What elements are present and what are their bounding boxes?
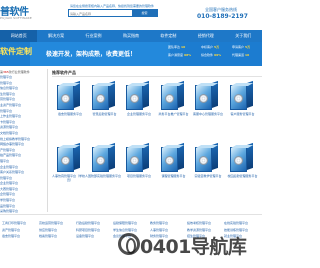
product-name[interactable]: 实验室教学管理平台 [190, 174, 226, 178]
stat-item: 中标客户 5万 [201, 45, 220, 49]
product-name[interactable]: 客服中心管理服务平台 [190, 112, 226, 116]
software-box-icon [91, 80, 116, 110]
product-name[interactable]: 人事仿真管理平台（学校人员） [52, 174, 88, 182]
product-card[interactable]: 智慧后勤管理平台 [87, 79, 123, 137]
cd-disc-icon [95, 94, 105, 103]
products-title: 推荐软件产品 [52, 69, 262, 77]
product-link[interactable]: 后勤保障管理平台 [113, 221, 137, 225]
nav-item-about[interactable]: 关于我们 [225, 30, 262, 42]
product-card[interactable]: 客服中心管理服务平台 [190, 79, 226, 137]
cd-disc-icon [199, 156, 208, 165]
software-box-icon [229, 142, 254, 172]
software-box-icon [195, 80, 219, 110]
software-box-icon [229, 80, 254, 110]
product-name[interactable]: 课程管理服务平台 [156, 174, 192, 178]
nav-item-solutions[interactable]: 解决方案 [37, 30, 74, 42]
product-link[interactable]: 工商打印管理平台 [2, 221, 26, 225]
product-link[interactable]: 资产管理平台 [2, 228, 20, 232]
software-box-icon [57, 80, 81, 110]
watermark: 0401导航库 [140, 236, 247, 258]
stat-item: 申请客户 5万 [232, 45, 251, 49]
cd-disc-icon [233, 156, 243, 165]
main-nav: 网站首页 解决方案 行业案例 购买指南 软件定制 经销代理 关于我们 [0, 30, 262, 42]
software-box-icon [57, 142, 81, 172]
product-link[interactable]: 技能训练管理平台 [224, 228, 248, 232]
nav-item-cases[interactable]: 行业案例 [75, 30, 112, 42]
product-card[interactable]: 实验室教学管理平台 [190, 141, 226, 199]
product-card[interactable]: 课程管理服务平台 [156, 141, 192, 199]
stat-item: 团队率达 10 [168, 45, 186, 49]
product-name[interactable]: 客户服务管理平台 [225, 112, 261, 116]
search-hint: 请您在左侧搜索框内输入产品名称，快捷找到您需要的管理软件 [70, 4, 155, 8]
search-box: 搜索 [68, 9, 158, 17]
software-box-icon [126, 80, 150, 110]
stat-item: 代理渠道 10 [232, 53, 250, 57]
search-button[interactable]: 搜索 [132, 10, 157, 16]
cd-disc-icon [130, 156, 139, 165]
product-card[interactable]: 商务平台推广管理平台 [156, 79, 192, 137]
watermark-globe-icon [118, 233, 140, 255]
banner-stats: 团队率达 10 中标客户 5万 申请客户 5万 客户满意度 98% 综合软件 9… [168, 45, 262, 63]
product-link[interactable]: 绩效考核管理平台 [187, 221, 211, 225]
banner-title: 软件定制 [0, 47, 32, 56]
software-box-icon [160, 142, 185, 172]
hotline-number: 010-8189-2197 [197, 13, 248, 20]
product-card[interactable]: 宿舍管理服务平台 [52, 79, 88, 137]
product-link[interactable]: 教务管理平台 [150, 221, 168, 225]
software-box-icon [195, 142, 219, 172]
search-button-label: 搜索 [141, 11, 148, 15]
product-link[interactable]: 宿舍管理平台 [2, 234, 20, 238]
product-link[interactable]: 设备管理平台 [76, 234, 94, 238]
product-link[interactable]: 科研项目管理平台 [76, 228, 100, 232]
stat-item: 客户满意度 98% [168, 53, 192, 57]
product-link[interactable]: 高校运营管理平台 [39, 221, 63, 225]
cd-disc-icon [61, 156, 70, 165]
cd-disc-icon [61, 94, 70, 103]
sidebar-list: 管理平台 管理平台 信息管理平台 生管理平台 营管理平台 业资产管理平台 管理平台 上作业管理… [0, 75, 47, 215]
product-card[interactable]: 校园后勤管理服务平台 [225, 141, 261, 199]
product-link[interactable]: 行政后勤管理平台 [76, 221, 100, 225]
cd-disc-icon [164, 94, 174, 103]
nav-item-buy-guide[interactable]: 购买指南 [112, 30, 149, 42]
product-link[interactable]: 在线实验管理平台 [224, 221, 248, 225]
recommended-products: 推荐软件产品 宿舍管理服务平台 智慧后勤管理平台 企业管理服务平台 商务平台推广管理平… [52, 69, 262, 212]
software-box-icon [126, 142, 150, 172]
product-name[interactable]: 商务平台推广管理平台 [156, 112, 192, 116]
stat-item: 综合软件 99% [201, 53, 222, 57]
product-link[interactable]: 人事管理平台 [150, 228, 168, 232]
product-link[interactable]: 学生信息管理平台 [113, 228, 137, 232]
nav-item-custom[interactable]: 软件定制 [150, 30, 187, 42]
product-name[interactable]: 项目管理服务平台 [121, 174, 157, 178]
product-name[interactable]: 国防部实验管理服务平台 [87, 174, 123, 178]
product-name[interactable]: 宿舍管理服务平台 [52, 112, 88, 116]
software-box-icon [91, 142, 116, 172]
product-name[interactable]: 企业管理服务平台 [121, 112, 157, 116]
cd-disc-icon [95, 156, 105, 165]
product-link[interactable]: 供应管理平台 [39, 228, 57, 232]
product-card[interactable]: 项目管理服务平台 [121, 141, 157, 199]
cd-disc-icon [199, 94, 208, 103]
logo-subtitle: PUJIAN SOFTWARE [0, 16, 33, 20]
cd-disc-icon [233, 94, 243, 103]
site-header: 普软件 PUJIAN SOFTWARE 请您在左侧搜索框内输入产品名称，快捷找到… [0, 0, 262, 30]
nav-item-home[interactable]: 网站首页 [0, 30, 38, 42]
search-input[interactable] [70, 11, 132, 16]
promo-banner[interactable]: 软件定制 极速开发，架构成熟，收费更低！ 团队率达 10 中标客户 5万 申请客… [0, 42, 262, 66]
banner-slogan: 极速开发，架构成熟，收费更低！ [46, 51, 137, 58]
product-link[interactable]: 教学资源管理平台 [187, 228, 211, 232]
cd-disc-icon [130, 94, 139, 103]
cd-disc-icon [164, 156, 174, 165]
software-box-icon [160, 80, 185, 110]
product-card[interactable]: 企业管理服务平台 [121, 79, 157, 137]
category-sidebar: 第365款行业管理软件 管理平台 管理平台 信息管理平台 生管理平台 营管理平台 业资产管… [0, 69, 48, 215]
product-name[interactable]: 智慧后勤管理平台 [87, 112, 123, 116]
product-card[interactable]: 客户服务管理平台 [225, 79, 261, 137]
nav-item-agents[interactable]: 经销代理 [187, 30, 224, 42]
product-name[interactable]: 校园后勤管理服务平台 [225, 174, 261, 178]
product-link[interactable]: 档案管理平台 [39, 234, 57, 238]
product-card[interactable]: 国防部实验管理服务平台 [87, 141, 123, 199]
product-card[interactable]: 人事仿真管理平台（学校人员） [52, 141, 88, 199]
